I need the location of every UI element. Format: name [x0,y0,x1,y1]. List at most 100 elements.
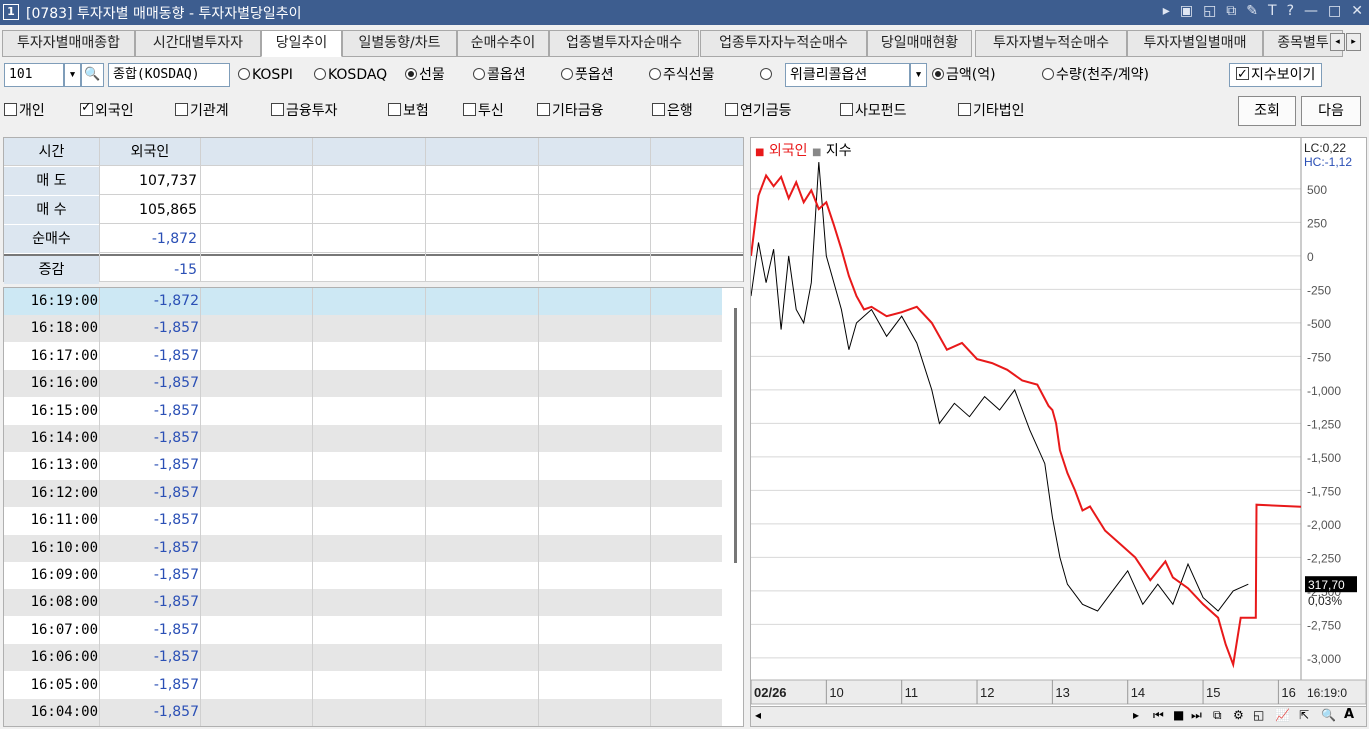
investor-checkbox[interactable]: 보험 [388,100,429,120]
current-value-label: 317,70 [1308,578,1345,592]
list-item[interactable]: 16:05:00 -1,857 [4,672,722,699]
summary-row-label: 매 도 [4,167,99,195]
list-item[interactable]: 16:13:00 -1,857 [4,452,722,479]
investor-bar: 개인 외국인 기관계 금융투자 보험 투신 기타금융 은행 연기금등 사모펀드 기타법인 조회 다음 [0,94,1369,128]
market-radio[interactable]: 주식선물 [649,64,715,86]
list-item[interactable]: 16:15:00 -1,857 [4,398,722,425]
list-item-value: -1,857 [153,512,199,529]
list-item[interactable]: 16:18:00 -1,857 [4,315,722,343]
investor-checkbox[interactable]: 투신 [463,100,504,120]
tab-item[interactable]: 업종별투자자순매수 [549,30,699,57]
list-item[interactable]: 16:07:00 -1,857 [4,617,722,644]
tab-item[interactable]: 투자자별일별매매 [1127,30,1263,57]
investor-checkbox[interactable]: 개인 [4,100,45,120]
rewind-icon[interactable]: ⏮ [1153,708,1164,723]
list-item[interactable]: 16:04:00 -1,857 [4,699,722,726]
market-radio[interactable]: KOSDAQ [314,64,387,86]
investor-checkbox[interactable]: 외국인 [80,100,134,120]
fast-forward-icon[interactable]: ⏭ [1191,708,1202,723]
market-radio[interactable]: 풋옵션 [561,64,614,86]
radio-dot-icon [561,68,573,80]
window-number[interactable]: 1 [3,4,19,20]
market-field[interactable]: 종합(KOSDAQ) [108,63,230,87]
tab-item[interactable]: 투자자별누적순매수 [975,30,1127,57]
window-controls: ▸ ▣ ◱ ⧉ ✎ T? — □ ✕ [1163,3,1363,19]
window-icon[interactable]: ⧉ [1213,708,1222,723]
tab-scroll-right-icon[interactable]: ▸ [1346,33,1361,51]
chart-panel: 500 250 0 -250 -500 -750 -1,000 -1,250 -1,500 -1,… [750,137,1367,727]
divider [650,138,651,281]
y-tick-label: -1,250 [1307,417,1341,431]
unit-radio-label: 금액(억) [946,67,996,83]
window-control-icon[interactable]: ? [1287,3,1294,19]
tab-item[interactable]: 업종투자자누적순매수 [700,30,867,57]
chart-type-icon[interactable]: 📈 [1275,708,1290,722]
checkbox-icon [175,103,188,116]
query-button[interactable]: 조회 [1238,96,1296,126]
investor-label: 개인 [19,103,45,119]
window-control-icon[interactable]: — [1304,3,1318,19]
investor-checkbox[interactable]: 기관계 [175,100,229,120]
restore-icon[interactable]: ◱ [1253,708,1264,722]
list-item[interactable]: 16:17:00 -1,857 [4,343,722,370]
unit-radio[interactable]: 수량(천주/계약) [1042,64,1149,86]
tab-item[interactable]: 당일추이 [261,30,342,57]
legend-foreign: 외국인 [768,143,808,159]
list-item[interactable]: 16:08:00 -1,857 [4,589,722,617]
zoom-icon[interactable]: 🔍 [1321,708,1336,722]
weekly-option-select[interactable]: 위클리콜옵션 [785,63,910,87]
list-item[interactable]: 16:19:00 -1,872 [4,288,722,315]
investor-checkbox[interactable]: 기타금융 [537,100,604,120]
window-control-icon[interactable]: ◱ [1203,3,1216,19]
list-item[interactable]: 16:10:00 -1,857 [4,534,722,562]
code-dropdown-arrow[interactable]: ▾ [64,63,81,87]
window-control-icon[interactable]: □ [1328,3,1341,19]
tab-scroll-left-icon[interactable]: ◂ [1330,33,1345,51]
investor-checkbox[interactable]: 기타법인 [958,100,1025,120]
y-tick-label: -2,750 [1307,618,1341,632]
vertical-scrollbar[interactable] [734,308,737,563]
market-radio[interactable] [760,64,774,86]
window-control-icon[interactable]: ▣ [1180,3,1193,19]
list-item[interactable]: 16:09:00 -1,857 [4,562,722,589]
weekly-dropdown-arrow[interactable]: ▾ [910,63,927,87]
window-control-icon[interactable]: ✎ [1246,3,1258,19]
market-radio[interactable]: KOSPI [238,64,293,86]
list-item[interactable]: 16:11:00 -1,857 [4,507,722,534]
text-size-icon[interactable]: A [1344,707,1354,722]
code-input[interactable]: 101 [4,63,64,87]
search-icon[interactable]: 🔍 [81,63,104,87]
investor-checkbox[interactable]: 연기금등 [725,100,792,120]
tab-item[interactable]: 시간대별투자자 [135,30,261,57]
investor-checkbox[interactable]: 사모펀드 [840,100,907,120]
unit-radio[interactable]: 금액(억) [932,64,996,86]
list-item[interactable]: 16:16:00 -1,857 [4,370,722,398]
next-button[interactable]: 다음 [1301,96,1361,126]
market-radio[interactable]: 콜옵션 [473,64,526,86]
window-control-icon[interactable]: ⧉ [1226,3,1236,19]
list-item[interactable]: 16:14:00 -1,857 [4,425,722,452]
investor-checkbox[interactable]: 은행 [652,100,693,120]
tab-item[interactable]: 일별동향/차트 [342,30,457,57]
crosshair-icon[interactable]: ⇱ [1299,708,1309,722]
current-change-label: 0,03% [1308,594,1342,608]
tab-item[interactable]: 투자자별매매종합 [2,30,135,57]
market-radio[interactable]: 선물 [405,64,445,86]
tab-item[interactable]: 순매수추이 [457,30,549,57]
investor-label: 투신 [478,103,504,119]
list-item[interactable]: 16:06:00 -1,857 [4,644,722,672]
show-index-checkbox[interactable]: 지수보이기 [1229,63,1323,87]
investor-checkbox[interactable]: 금융투자 [271,100,338,120]
stop-icon[interactable]: ■ [1173,708,1184,722]
radio-dot-icon [473,68,485,80]
scroll-left-icon[interactable]: ◂ [755,708,761,722]
window-control-icon[interactable]: ▸ [1163,3,1170,19]
legend-index: 지수 [825,143,852,159]
window-control-icon[interactable]: ✕ [1351,3,1363,19]
scroll-right-icon[interactable]: ▸ [1133,708,1139,722]
settings-icon[interactable]: ⚙ [1233,708,1244,722]
x-tick-label: 02/26 [754,685,787,700]
list-item[interactable]: 16:12:00 -1,857 [4,479,722,507]
window-control-icon[interactable]: T [1268,3,1277,19]
tab-item[interactable]: 당일매매현황 [867,30,972,57]
